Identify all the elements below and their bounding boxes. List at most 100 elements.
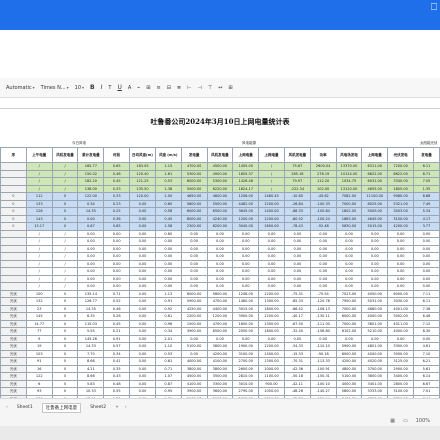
table-cell[interactable]: 6220.00 xyxy=(206,184,234,193)
table-cell[interactable]: -110.10 xyxy=(309,342,337,351)
table-cell[interactable]: 4200.00 xyxy=(387,222,414,231)
row-group-cell[interactable]: 0 xyxy=(0,207,27,216)
table-cell[interactable]: 0 xyxy=(51,349,79,358)
table-cell[interactable]: 0.43 xyxy=(103,372,131,381)
table-cell[interactable]: 0.00 xyxy=(180,237,208,246)
table-cell[interactable]: 0.87 xyxy=(154,379,182,388)
table-cell[interactable]: 0 xyxy=(51,207,79,216)
table-cell[interactable]: 1480.00 xyxy=(232,297,260,306)
table-cell[interactable]: 1426.48 xyxy=(232,177,260,186)
table-cell[interactable]: 0.34 xyxy=(103,349,131,358)
table-cell[interactable]: / xyxy=(258,184,285,193)
table-cell[interactable]: 0.00 xyxy=(103,237,131,246)
row-group-cell[interactable] xyxy=(0,259,27,268)
table-cell[interactable]: 0.55 xyxy=(103,387,131,396)
table-cell[interactable]: 3300.00 xyxy=(206,379,234,388)
table-cell[interactable]: 0.95 xyxy=(154,387,182,396)
table-cell[interactable]: 0.00 xyxy=(335,237,363,246)
table-cell[interactable]: 135.50 xyxy=(129,184,156,193)
row-group-cell[interactable]: 光伏 xyxy=(0,379,27,388)
row-group-cell[interactable]: 光伏 xyxy=(0,349,27,358)
table-cell[interactable]: 0.00 xyxy=(206,244,234,253)
row-group-cell[interactable] xyxy=(0,169,27,178)
table-cell[interactable]: 1.10 xyxy=(154,342,182,351)
table-cell[interactable]: 115.03 xyxy=(77,319,105,328)
table-cell[interactable]: 0.00 xyxy=(180,274,208,283)
column-header[interactable]: 上午电量 xyxy=(25,147,53,163)
table-cell[interactable]: 10124.00 xyxy=(335,169,363,178)
row-group-cell[interactable]: 0 xyxy=(0,199,27,208)
table-cell[interactable]: 0.00 xyxy=(309,267,337,276)
table-cell[interactable]: 0.00 xyxy=(129,334,156,343)
table-cell[interactable]: 4050.00 xyxy=(361,289,389,298)
table-cell[interactable]: 0.00 xyxy=(309,259,337,268)
table-cell[interactable]: 0.00 xyxy=(413,259,440,268)
font-color-button[interactable]: A xyxy=(128,85,131,91)
table-cell[interactable]: 4100.00 xyxy=(180,379,208,388)
table-cell[interactable]: 7.12 xyxy=(413,319,440,328)
table-cell[interactable]: / xyxy=(51,237,79,246)
table-cell[interactable]: 0.00 xyxy=(413,334,440,343)
table-cell[interactable]: 7000.00 xyxy=(335,319,363,328)
valign-button[interactable]: ⊤ xyxy=(208,85,212,91)
table-cell[interactable]: 126.77 xyxy=(77,297,105,306)
table-cell[interactable]: 0.00 xyxy=(361,274,389,283)
table-cell[interactable]: 0.00 xyxy=(129,364,156,373)
table-cell[interactable]: 0.00 xyxy=(129,199,156,208)
table-cell[interactable]: / xyxy=(51,274,79,283)
table-cell[interactable]: -32.40 xyxy=(283,327,311,336)
row-group-cell[interactable] xyxy=(0,252,27,261)
table-cell[interactable]: 0.00 xyxy=(129,327,156,336)
table-cell[interactable]: 5300.00 xyxy=(206,177,234,186)
table-cell[interactable]: 3900.00 xyxy=(180,387,208,396)
table-cell[interactable]: 0.71 xyxy=(103,289,131,298)
row-label-cell[interactable]: 14.77 xyxy=(25,319,53,328)
table-cell[interactable]: 0.00 xyxy=(258,229,285,238)
table-cell[interactable]: 3015.00 xyxy=(232,304,260,313)
table-cell[interactable]: 1.58 xyxy=(154,222,182,231)
table-cell[interactable]: 0.00 xyxy=(309,274,337,283)
table-cell[interactable]: 0.00 xyxy=(180,252,208,261)
table-cell[interactable]: -100.84 xyxy=(309,207,337,216)
table-cell[interactable]: 2600.04 xyxy=(309,162,337,171)
table-cell[interactable]: 4000.00 xyxy=(361,312,389,321)
table-cell[interactable]: 1800.00 xyxy=(258,304,285,313)
strikethrough-button[interactable]: T xyxy=(108,85,111,91)
table-cell[interactable]: 0.00 xyxy=(129,297,156,306)
table-cell[interactable]: 0.00 xyxy=(387,244,414,253)
table-cell[interactable]: / xyxy=(51,177,79,186)
table-cell[interactable]: 0.00 xyxy=(309,229,337,238)
table-cell[interactable]: 1.61 xyxy=(154,169,182,178)
tab-sheet2[interactable]: Sheet2 xyxy=(87,404,109,411)
table-cell[interactable]: 3300.00 xyxy=(387,342,414,351)
row-label-cell[interactable]: / xyxy=(25,237,53,246)
row-group-cell[interactable]: 光伏 xyxy=(0,364,27,373)
table-cell[interactable]: 8.68 xyxy=(413,192,440,201)
table-cell[interactable]: 3125.00 xyxy=(387,357,414,366)
row-group-cell[interactable] xyxy=(0,267,27,276)
table-cell[interactable]: 0.00 xyxy=(129,237,156,246)
table-cell[interactable]: 79.97 xyxy=(283,177,311,186)
autofit-button[interactable]: ↔ xyxy=(218,85,222,91)
table-cell[interactable]: 1034.75 xyxy=(335,177,363,186)
table-cell[interactable]: / xyxy=(51,169,79,178)
table-cell[interactable]: 6500.00 xyxy=(206,327,234,336)
table-cell[interactable]: 3030.00 xyxy=(387,297,414,306)
table-cell[interactable]: -100.10 xyxy=(309,379,337,388)
table-cell[interactable]: 1805.00 xyxy=(387,184,414,193)
table-cell[interactable]: 0.00 xyxy=(154,244,182,253)
table-cell[interactable]: 0.00 xyxy=(77,274,105,283)
table-cell[interactable]: / xyxy=(258,177,285,186)
table-cell[interactable]: 0.65 xyxy=(103,162,131,171)
row-label-cell[interactable]: / xyxy=(25,259,53,268)
table-cell[interactable]: 182.20 xyxy=(77,177,105,186)
table-cell[interactable]: 0.00 xyxy=(258,274,285,283)
table-cell[interactable]: 1.15 xyxy=(154,162,182,171)
table-cell[interactable]: -75.31 xyxy=(283,289,311,298)
table-cell[interactable]: 3800.00 xyxy=(361,372,389,381)
column-header[interactable]: 上网电量 xyxy=(258,147,285,163)
table-cell[interactable]: 3800.00 xyxy=(206,364,234,373)
table-cell[interactable]: 1200.00 xyxy=(206,312,234,321)
table-cell[interactable]: 102.00 xyxy=(309,184,337,193)
table-cell[interactable]: 2900.00 xyxy=(387,364,414,373)
